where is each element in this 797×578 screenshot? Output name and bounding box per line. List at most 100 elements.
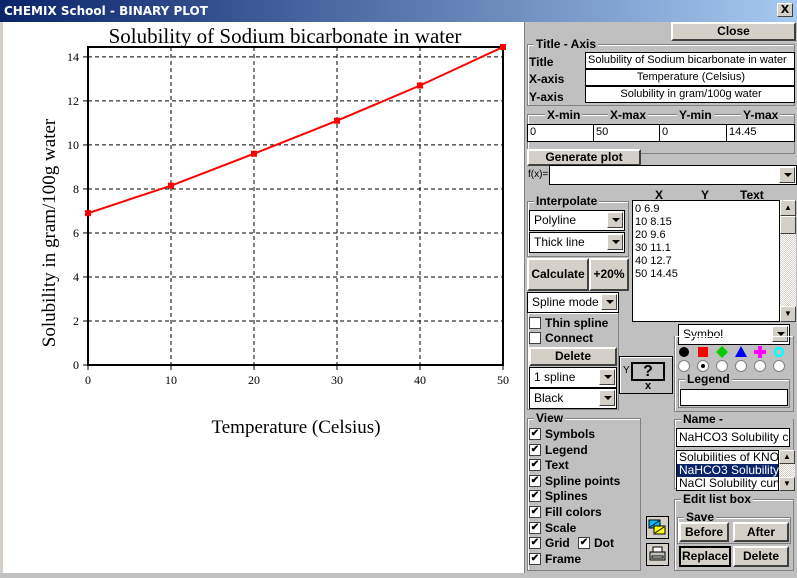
- title-input[interactable]: Solubility of Sodium bicarbonate in wate…: [585, 52, 795, 69]
- experiment-list[interactable]: Solubilities of KNO3 NaHCO3 Solubility cu…: [676, 450, 795, 491]
- view-spline-points-checkbox[interactable]: ✔ Spline points: [529, 474, 620, 489]
- question-icon: ?: [631, 362, 665, 381]
- xmax-label: X-max: [608, 108, 649, 122]
- connect-checkbox[interactable]: Connect: [529, 331, 593, 346]
- color-select[interactable]: Black: [529, 388, 617, 409]
- ymin-input[interactable]: 0: [659, 124, 727, 142]
- generate-plot-button[interactable]: Generate plot: [527, 149, 641, 166]
- line-style-select[interactable]: Thick line: [529, 232, 625, 253]
- scroll-up-button[interactable]: ▲: [780, 200, 796, 216]
- interpolate-mode-select[interactable]: Polyline: [529, 210, 625, 231]
- y-tick-label: 12: [67, 94, 79, 108]
- control-panel: Close Title - Axis Title Solubility of S…: [524, 22, 797, 573]
- view-scale-checkbox[interactable]: ✔ Scale: [529, 521, 576, 536]
- xmin-label: X-min: [545, 108, 583, 122]
- plus-20-percent-button[interactable]: +20%: [589, 258, 629, 291]
- plot-area: Solubility of Sodium bicarbonate in wate…: [0, 22, 524, 573]
- chevron-down-icon[interactable]: [607, 212, 623, 228]
- copy-image-icon: [648, 519, 666, 535]
- data-point-row: 30 11.1: [635, 242, 671, 254]
- axis-swap-button[interactable]: Y ? x: [619, 356, 673, 394]
- symbol-radio[interactable]: [754, 360, 766, 372]
- data-point-marker: [85, 210, 91, 217]
- view-legend-checkbox[interactable]: ✔ Legend: [529, 443, 588, 458]
- window-titlebar: CHEMIX School - BINARY PLOT X: [0, 0, 797, 22]
- chevron-down-icon[interactable]: [599, 390, 615, 406]
- symbol-radio[interactable]: [697, 360, 709, 372]
- xaxis-label: X-axis: [529, 72, 565, 86]
- y-tick-label: 8: [73, 182, 79, 196]
- window-close-button[interactable]: X: [777, 3, 793, 17]
- ymin-label: Y-min: [677, 108, 714, 122]
- data-point-marker: [251, 150, 257, 157]
- triangle-icon: [735, 346, 747, 357]
- series-line: [87, 46, 504, 215]
- calculate-button[interactable]: Calculate: [527, 258, 589, 291]
- x-tick-label: 40: [414, 373, 426, 387]
- fx-label: f(x)=: [528, 169, 549, 180]
- chevron-down-icon[interactable]: [607, 234, 623, 250]
- y-glyph: Y: [623, 365, 630, 376]
- x-tick-label: 30: [331, 373, 343, 387]
- symbol-radio[interactable]: [678, 360, 690, 372]
- data-points-textarea[interactable]: 0 6.9 10 8.15 20 9.6 30 11.1 40 12.7 50 14.45: [632, 200, 780, 322]
- scroll-down-button[interactable]: ▼: [779, 477, 795, 491]
- experiment-name-input[interactable]: NaHCO3 Solubility cur: [676, 428, 790, 447]
- chart-title: Solubility of Sodium bicarbonate in wate…: [109, 24, 462, 48]
- spline-count-select[interactable]: 1 spline: [529, 367, 617, 388]
- series: [85, 44, 506, 217]
- dot-checkbox[interactable]: ✔ Dot: [578, 536, 614, 551]
- view-grid-checkbox[interactable]: ✔ Grid: [529, 536, 570, 551]
- y-tick-label: 10: [67, 138, 79, 152]
- print-button[interactable]: [646, 543, 669, 566]
- yaxis-input[interactable]: Solubility in gram/100g water: [585, 86, 795, 103]
- thin-spline-checkbox[interactable]: Thin spline: [529, 316, 608, 331]
- delete-entry-button[interactable]: Delete: [733, 546, 789, 567]
- printer-icon: [649, 546, 666, 561]
- y-tick-label: 6: [73, 226, 79, 240]
- scroll-up-button[interactable]: ▲: [779, 450, 795, 464]
- copy-image-button[interactable]: [646, 516, 669, 539]
- save-before-button[interactable]: Before: [679, 522, 729, 542]
- view-frame-checkbox[interactable]: ✔ Frame: [529, 552, 581, 567]
- symbol-radio[interactable]: [735, 360, 747, 372]
- y-axis-label: Solubility in gram/100g water: [39, 118, 60, 347]
- square-icon: [698, 347, 708, 357]
- experiment-scrollbar[interactable]: ▲ ▼: [779, 450, 795, 491]
- chevron-down-icon[interactable]: [599, 369, 615, 385]
- xmin-input[interactable]: 0: [527, 124, 594, 142]
- symbol-radio[interactable]: [773, 360, 785, 372]
- title-label: Title: [529, 55, 554, 69]
- close-icon: X: [780, 3, 790, 16]
- xaxis-input[interactable]: Temperature (Celsius): [585, 69, 795, 86]
- view-fill-colors-checkbox[interactable]: ✔ Fill colors: [529, 505, 602, 520]
- symbol-radio[interactable]: [716, 360, 728, 372]
- chart: Solubility of Sodium bicarbonate in wate…: [39, 24, 509, 438]
- chevron-down-icon[interactable]: [779, 167, 795, 183]
- experiment-list-item[interactable]: NaCl Solubility curve: [677, 477, 790, 490]
- title-axis-group-label: Title - Axis: [534, 37, 599, 51]
- data-point-marker: [417, 82, 423, 89]
- window-title: CHEMIX School - BINARY PLOT: [4, 4, 208, 18]
- scroll-down-button[interactable]: ▼: [780, 306, 796, 322]
- save-after-button[interactable]: After: [733, 522, 789, 542]
- spline-mode-select[interactable]: Spline mode: [527, 292, 619, 313]
- close-button[interactable]: Close: [671, 22, 796, 41]
- y-tick-label: 14: [67, 50, 79, 64]
- data-point-marker: [168, 182, 174, 189]
- delete-spline-button[interactable]: Delete: [529, 347, 617, 366]
- fx-input[interactable]: [549, 165, 797, 185]
- y-tick-label: 2: [73, 314, 79, 328]
- xmax-input[interactable]: 50: [593, 124, 660, 142]
- ymax-input[interactable]: 14.45: [726, 124, 795, 142]
- data-point-row: 10 8.15: [635, 216, 672, 228]
- legend-group-label: Legend: [685, 372, 732, 386]
- view-symbols-checkbox[interactable]: ✔ Symbols: [529, 427, 595, 442]
- replace-button[interactable]: Replace: [679, 546, 731, 567]
- legend-input[interactable]: [680, 389, 788, 406]
- view-text-checkbox[interactable]: ✔ Text: [529, 458, 569, 473]
- view-splines-checkbox[interactable]: ✔ Splines: [529, 489, 588, 504]
- scroll-thumb[interactable]: [780, 216, 796, 234]
- data-scrollbar[interactable]: ▲ ▼: [780, 200, 796, 322]
- chevron-down-icon[interactable]: [601, 294, 617, 310]
